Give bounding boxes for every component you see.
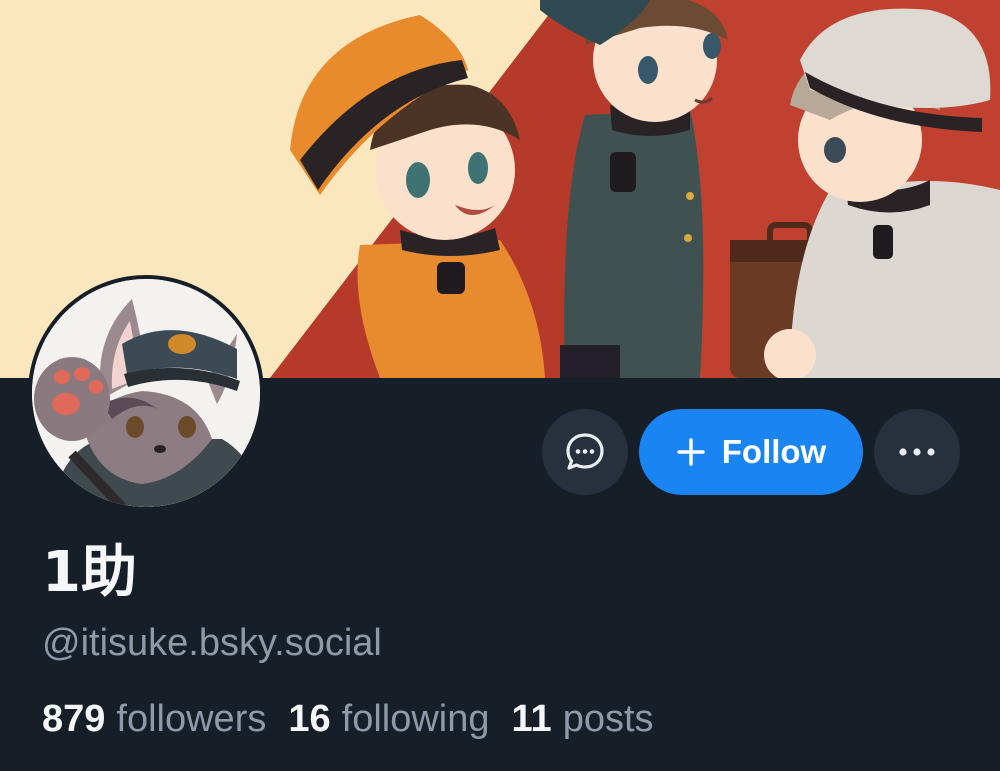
chat-bubble-icon — [566, 433, 604, 470]
display-name: 1助 — [42, 540, 137, 605]
posts-stat: 11 posts — [512, 700, 654, 738]
followers-label: followers — [116, 698, 267, 740]
following-count: 16 — [288, 698, 331, 740]
more-options-button[interactable] — [874, 409, 960, 495]
posts-count: 11 — [511, 698, 552, 740]
avatar-illustration — [32, 279, 260, 507]
avatar-image — [32, 279, 260, 507]
plus-icon — [677, 438, 705, 466]
followers-stat[interactable]: 879 followers — [42, 700, 266, 738]
followers-count: 879 — [42, 698, 106, 740]
user-handle: @itisuke.bsky.social — [42, 622, 382, 664]
posts-label: posts — [562, 698, 654, 740]
following-stat[interactable]: 16 following — [288, 700, 489, 738]
following-label: following — [341, 698, 490, 740]
profile-stats: 879 followers 16 following 11 posts — [42, 700, 654, 738]
ellipsis-icon — [899, 448, 935, 456]
message-button[interactable] — [542, 409, 628, 495]
follow-button-label: Follow — [721, 433, 827, 470]
avatar[interactable] — [28, 275, 264, 511]
follow-button[interactable]: Follow — [639, 409, 863, 495]
